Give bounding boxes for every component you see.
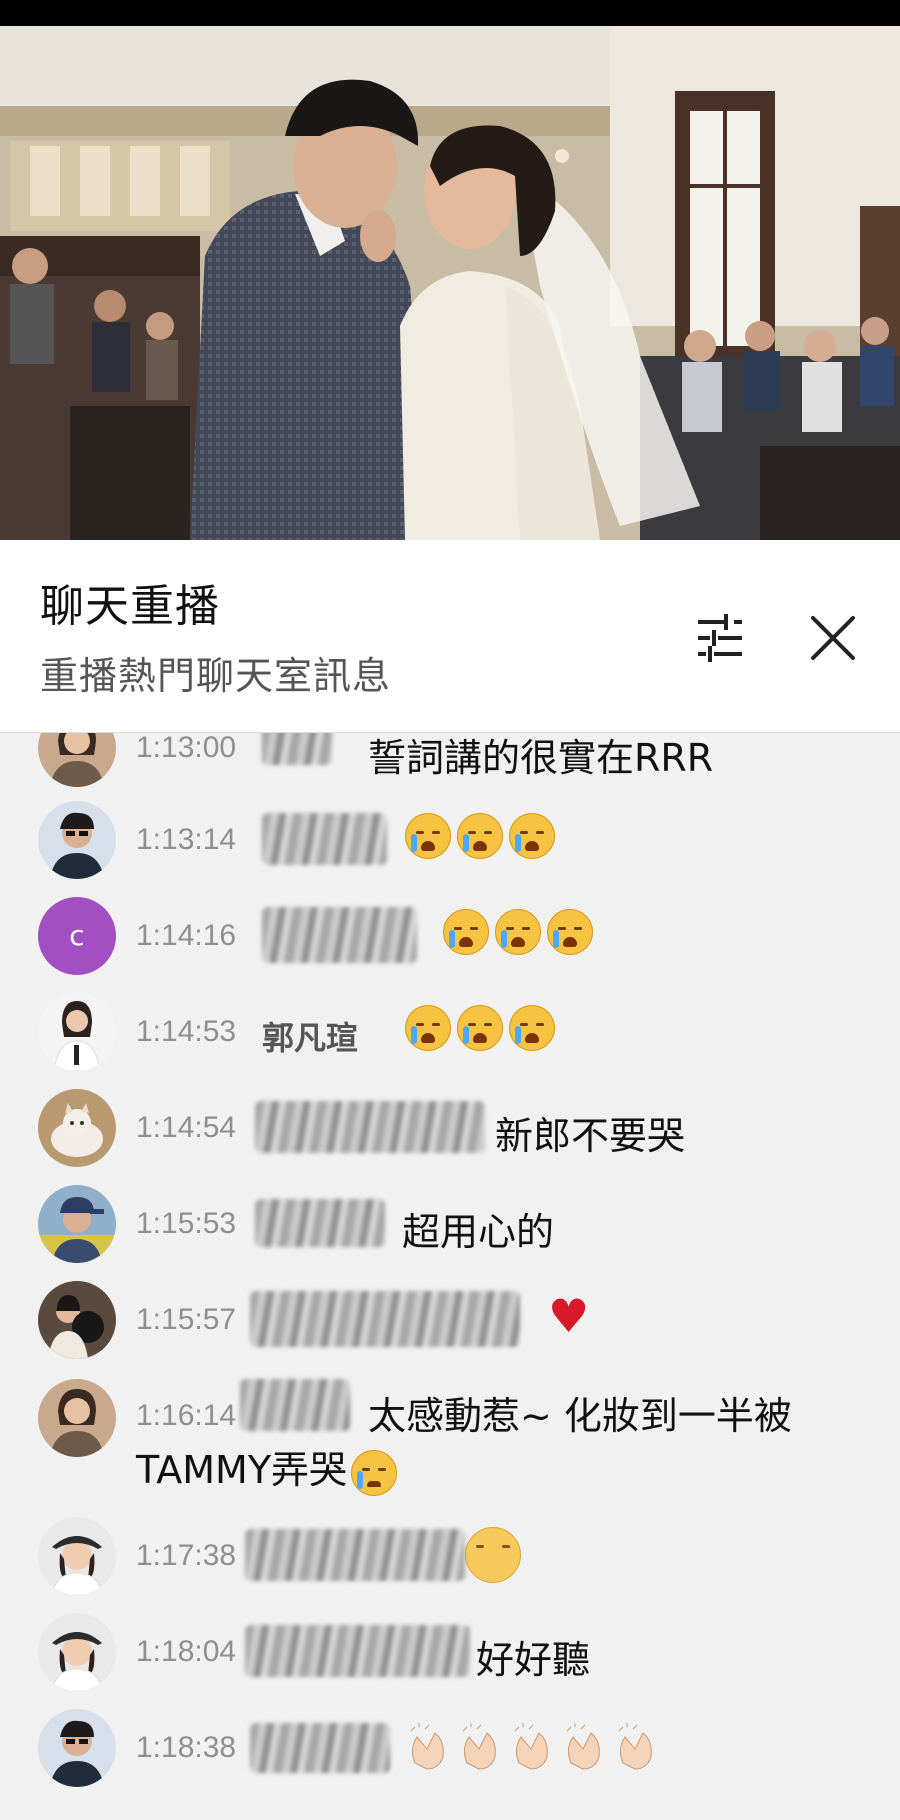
avatar[interactable] <box>38 993 116 1071</box>
smiling-face-with-hearts-icon <box>465 1527 521 1583</box>
message-timestamp: 1:16:14 <box>136 1399 237 1432</box>
wedding-kiss-video-frame <box>0 26 900 540</box>
clapping-hands-icon <box>514 1723 548 1770</box>
message-text-line2: TAMMY弄哭 <box>136 1448 348 1492</box>
redacted-author-name <box>262 813 387 865</box>
clapping-hands-icon <box>410 1723 444 1770</box>
message-timestamp: 1:15:57 <box>136 1303 237 1336</box>
message-timestamp: 1:15:53 <box>136 1207 237 1240</box>
redacted-author-name <box>245 1529 465 1581</box>
chat-message: c 1:14:16 <box>0 889 900 985</box>
loudly-crying-face-icon <box>547 909 593 955</box>
avatar[interactable] <box>38 801 116 879</box>
redacted-author-name <box>262 907 417 963</box>
redacted-author-name <box>255 1199 385 1247</box>
chat-replay-title: 聊天重播 <box>40 581 220 632</box>
message-text: 好好聽 <box>476 1638 591 1682</box>
user-avatar-woman-mic <box>38 993 116 1071</box>
message-timestamp: 1:14:54 <box>136 1111 237 1144</box>
avatar[interactable] <box>38 1185 116 1263</box>
loudly-crying-face-icon <box>443 909 489 955</box>
chat-message: 1:15:53 超用心的 <box>0 1177 900 1273</box>
red-heart-icon: ♥ <box>548 1289 590 1343</box>
avatar[interactable] <box>38 1379 116 1457</box>
message-timestamp: 1:14:16 <box>136 919 237 952</box>
user-avatar-woman-hat <box>38 1517 116 1595</box>
message-emojis <box>405 1723 665 1773</box>
chat-message: 1:13:00 誓詞講的很實在RRR <box>0 733 900 797</box>
message-timestamp: 1:17:38 <box>136 1539 237 1572</box>
chat-message: 1:14:53 郭凡瑄 <box>0 985 900 1081</box>
message-timestamp: 1:18:38 <box>136 1731 237 1764</box>
chat-message: 1:18:38 <box>0 1697 900 1793</box>
user-avatar-woman <box>38 1379 116 1457</box>
loudly-crying-face-icon <box>509 813 555 859</box>
redacted-author-name <box>245 1625 470 1677</box>
chat-message: 1:15:57 ♥ <box>0 1273 900 1369</box>
redacted-author-name <box>250 1291 520 1347</box>
close-button[interactable] <box>793 598 873 678</box>
redacted-author-name <box>240 1379 350 1431</box>
message-emojis <box>443 909 599 955</box>
loudly-crying-face-icon <box>405 813 451 859</box>
chat-message-list[interactable]: 1:13:00 誓詞講的很實在RRR 1:13:14 c 1:14:16 1:1… <box>0 733 900 1820</box>
message-author[interactable]: 郭凡瑄 <box>262 1013 358 1059</box>
chat-filter-button[interactable] <box>680 598 760 678</box>
loudly-crying-face-icon <box>509 1005 555 1051</box>
user-avatar-woman-hat <box>38 1613 116 1691</box>
message-emojis <box>405 813 561 859</box>
avatar[interactable] <box>38 1281 116 1359</box>
status-bar <box>0 0 900 26</box>
crying-face-icon <box>351 1449 398 1496</box>
video-player[interactable] <box>0 26 900 540</box>
close-icon <box>811 616 855 660</box>
message-emojis <box>465 1527 527 1583</box>
loudly-crying-face-icon <box>405 1005 451 1051</box>
message-timestamp: 1:13:14 <box>136 823 237 856</box>
chat-message: 1:13:14 <box>0 793 900 889</box>
user-avatar-man <box>38 1709 116 1787</box>
clapping-hands-icon <box>462 1723 496 1770</box>
avatar[interactable] <box>38 733 116 787</box>
message-text: 太感動惹~ 化妝到一半被 <box>368 1394 792 1438</box>
clapping-hands-icon <box>566 1723 600 1770</box>
user-avatar-man <box>38 801 116 879</box>
message-emojis <box>405 1005 561 1051</box>
chat-message: 1:18:04 好好聽 <box>0 1601 900 1697</box>
tune-icon <box>698 614 742 662</box>
chat-replay-header: 聊天重播 重播熱門聊天室訊息 <box>0 540 900 733</box>
message-timestamp: 1:14:53 <box>136 1015 237 1048</box>
loudly-crying-face-icon <box>495 909 541 955</box>
message-text: 新郎不要哭 <box>495 1114 686 1158</box>
avatar[interactable] <box>38 1709 116 1787</box>
user-avatar-couple <box>38 1281 116 1359</box>
redacted-author-name <box>262 733 332 765</box>
avatar[interactable]: c <box>38 897 116 975</box>
message-text-continued: TAMMY弄哭 <box>136 1439 403 1496</box>
loudly-crying-face-icon <box>457 1005 503 1051</box>
message-timestamp: 1:13:00 <box>136 733 237 764</box>
avatar[interactable] <box>38 1517 116 1595</box>
clapping-hands-icon <box>618 1723 652 1770</box>
message-text: 超用心的 <box>402 1210 555 1254</box>
user-avatar-man-cap <box>38 1185 116 1263</box>
chat-message: 1:17:38 <box>0 1505 900 1601</box>
user-avatar-cat <box>38 1089 116 1167</box>
chat-replay-subtitle: 重播熱門聊天室訊息 <box>40 654 392 698</box>
redacted-author-name <box>250 1723 390 1773</box>
message-text: 誓詞講的很實在RRR <box>368 736 714 780</box>
message-timestamp: 1:18:04 <box>136 1635 237 1668</box>
redacted-author-name <box>255 1101 485 1153</box>
avatar[interactable] <box>38 1089 116 1167</box>
chat-message: 1:16:14 太感動惹~ 化妝到一半被 TAMMY弄哭 <box>0 1369 900 1509</box>
user-avatar-woman <box>38 733 116 787</box>
loudly-crying-face-icon <box>457 813 503 859</box>
avatar[interactable] <box>38 1613 116 1691</box>
chat-message: 1:14:54 新郎不要哭 <box>0 1081 900 1177</box>
